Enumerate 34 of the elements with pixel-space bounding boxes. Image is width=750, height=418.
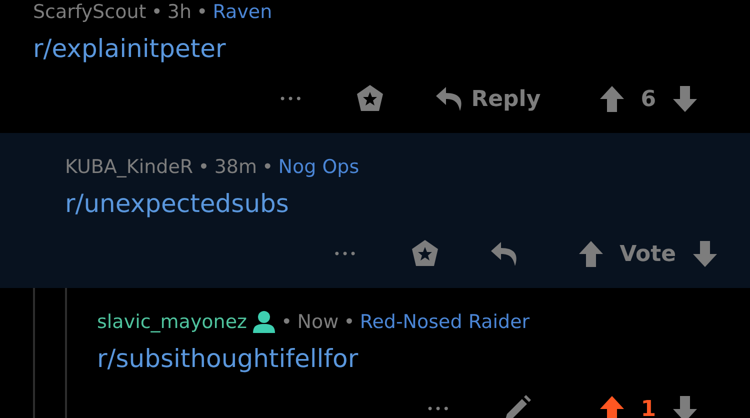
- comment-author[interactable]: ScarfyScout: [33, 1, 146, 23]
- upvote-icon[interactable]: [598, 395, 625, 418]
- upvote-icon[interactable]: [578, 240, 604, 268]
- award-icon[interactable]: [410, 239, 440, 269]
- vote-score: 6: [640, 86, 656, 112]
- user-flair: Raven: [212, 1, 272, 23]
- downvote-icon[interactable]: [672, 395, 698, 418]
- bullet-separator: •: [344, 311, 355, 333]
- comment-author[interactable]: slavic_mayonez: [97, 311, 248, 333]
- subreddit-link[interactable]: r/subsithoughtifellfor: [97, 344, 358, 373]
- bullet-separator: •: [198, 156, 210, 178]
- subreddit-link[interactable]: r/unexpectedsubs: [65, 189, 289, 218]
- comment-time: Now: [297, 311, 339, 333]
- comment-time: 38m: [214, 156, 258, 178]
- user-flair: Nog Ops: [278, 156, 360, 178]
- more-options-button[interactable]: •••: [278, 92, 304, 106]
- subreddit-link[interactable]: r/explainitpeter: [33, 34, 226, 63]
- comment-time: 3h: [167, 1, 192, 23]
- user-flair: Red-Nosed Raider: [360, 311, 530, 333]
- reply-button[interactable]: Reply: [435, 86, 541, 112]
- upvote-icon[interactable]: [598, 85, 625, 113]
- downvote-icon[interactable]: [672, 85, 698, 113]
- more-options-button[interactable]: •••: [426, 402, 451, 416]
- downvote-icon[interactable]: [692, 240, 718, 268]
- bullet-separator: •: [281, 311, 292, 333]
- award-icon[interactable]: [355, 84, 386, 114]
- bullet-separator: •: [262, 156, 274, 178]
- bullet-separator: •: [196, 1, 208, 23]
- comment-author[interactable]: KUBA_KindeR: [65, 156, 194, 178]
- vote-score: Vote: [620, 242, 676, 266]
- vote-score: 1: [640, 396, 656, 418]
- more-options-button[interactable]: •••: [333, 247, 358, 261]
- bullet-separator: •: [151, 1, 162, 23]
- user-icon: [252, 310, 276, 334]
